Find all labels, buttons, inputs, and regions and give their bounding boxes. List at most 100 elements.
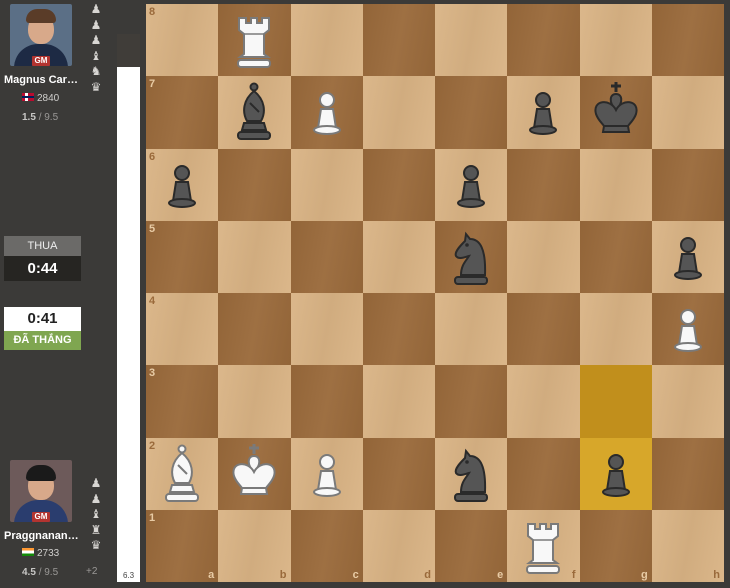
file-label: a	[208, 569, 215, 581]
white-pawn-icon[interactable]	[291, 438, 363, 510]
square-b7[interactable]	[218, 76, 291, 149]
square-a5[interactable]: 5	[146, 220, 219, 293]
black-pawn-icon[interactable]	[146, 149, 218, 221]
captured-pawn-icon: ♟	[90, 33, 102, 47]
square-c4[interactable]	[290, 293, 363, 366]
square-e4[interactable]	[435, 293, 508, 366]
square-g2[interactable]	[579, 437, 652, 510]
square-a2[interactable]: 2	[146, 437, 219, 510]
rank-label: 4	[149, 295, 156, 307]
square-e7[interactable]	[435, 76, 508, 149]
square-d5[interactable]	[362, 220, 435, 293]
left-panel: GM Magnus Carls... 2840 1.5 / 9.5 ♟ ♟ ♟ ♝ ♞ ♛…	[0, 0, 112, 588]
bottom-player-name[interactable]: Praggnanand...	[4, 530, 80, 542]
square-h5[interactable]	[651, 220, 724, 293]
square-d4[interactable]	[362, 293, 435, 366]
square-f1[interactable]: f	[507, 509, 580, 582]
square-f2[interactable]	[507, 437, 580, 510]
square-f5[interactable]	[507, 220, 580, 293]
black-bishop-icon[interactable]	[218, 76, 290, 148]
white-rook-icon[interactable]	[507, 510, 579, 582]
square-f6[interactable]	[507, 148, 580, 221]
square-e3[interactable]	[435, 365, 508, 438]
square-b2[interactable]	[218, 437, 291, 510]
square-b6[interactable]	[218, 148, 291, 221]
square-g7[interactable]	[579, 76, 652, 149]
square-d1[interactable]: d	[362, 509, 435, 582]
bottom-player-avatar[interactable]: GM	[10, 460, 72, 522]
square-g8[interactable]	[579, 4, 652, 77]
captured-bishop-icon: ♝	[90, 48, 102, 63]
bottom-player-captured-pieces: ♟ ♟ ♝ ♜ ♛	[86, 476, 106, 554]
square-g5[interactable]	[579, 220, 652, 293]
top-player-avatar[interactable]: GM	[10, 4, 72, 66]
black-pawn-icon[interactable]	[435, 149, 507, 221]
square-e2[interactable]	[435, 437, 508, 510]
square-b8[interactable]	[218, 4, 291, 77]
square-d2[interactable]	[362, 437, 435, 510]
white-king-icon[interactable]	[218, 438, 290, 510]
square-a8[interactable]: 8	[146, 4, 219, 77]
white-rook-icon[interactable]	[218, 4, 290, 76]
square-c2[interactable]	[290, 437, 363, 510]
top-player-name[interactable]: Magnus Carls...	[4, 74, 80, 86]
square-c7[interactable]	[290, 76, 363, 149]
square-a1[interactable]: 1a	[146, 509, 219, 582]
square-e8[interactable]	[435, 4, 508, 77]
material-advantage: +2	[86, 566, 98, 577]
square-g4[interactable]	[579, 293, 652, 366]
black-king-icon[interactable]	[580, 76, 652, 148]
square-c1[interactable]: c	[290, 509, 363, 582]
square-h3[interactable]	[651, 365, 724, 438]
captured-rook-icon: ♜	[90, 522, 102, 537]
square-f3[interactable]	[507, 365, 580, 438]
black-pawn-icon[interactable]	[652, 221, 724, 293]
square-e1[interactable]: e	[435, 509, 508, 582]
square-c8[interactable]	[290, 4, 363, 77]
square-g1[interactable]: g	[579, 509, 652, 582]
square-d8[interactable]	[362, 4, 435, 77]
square-g6[interactable]	[579, 148, 652, 221]
square-d3[interactable]	[362, 365, 435, 438]
square-h2[interactable]	[651, 437, 724, 510]
square-a4[interactable]: 4	[146, 293, 219, 366]
captured-pawn-icon: ♟	[90, 17, 102, 32]
square-b4[interactable]	[218, 293, 291, 366]
rank-label: 7	[149, 78, 156, 91]
captured-queen-icon: ♛	[90, 538, 102, 552]
file-label: e	[497, 569, 504, 581]
black-knight-icon[interactable]	[435, 221, 507, 293]
square-b5[interactable]	[218, 220, 291, 293]
square-h1[interactable]: h	[651, 509, 724, 582]
file-label: c	[352, 569, 359, 581]
white-bishop-icon[interactable]	[146, 438, 218, 510]
square-h7[interactable]	[651, 76, 724, 149]
square-d7[interactable]	[362, 76, 435, 149]
square-c3[interactable]	[290, 365, 363, 438]
square-h4[interactable]	[651, 293, 724, 366]
square-b1[interactable]: b	[218, 509, 291, 582]
square-h8[interactable]	[651, 4, 724, 77]
square-a3[interactable]: 3	[146, 365, 219, 438]
square-e6[interactable]	[435, 148, 508, 221]
square-a6[interactable]: 6	[146, 148, 219, 221]
square-f4[interactable]	[507, 293, 580, 366]
black-knight-icon[interactable]	[435, 438, 507, 510]
square-f8[interactable]	[507, 4, 580, 77]
white-pawn-icon[interactable]	[652, 293, 724, 365]
square-f7[interactable]	[507, 76, 580, 149]
square-d6[interactable]	[362, 148, 435, 221]
black-pawn-icon[interactable]	[507, 76, 579, 148]
square-b3[interactable]	[218, 365, 291, 438]
black-pawn-icon[interactable]	[580, 438, 652, 510]
chess-board[interactable]: 8 7 6 5 4 32 1 a b c d e f g h	[146, 4, 724, 582]
square-a7[interactable]: 7	[146, 76, 219, 149]
square-e5[interactable]	[435, 220, 508, 293]
white-pawn-icon[interactable]	[291, 76, 363, 148]
square-c5[interactable]	[290, 220, 363, 293]
square-g3[interactable]	[579, 365, 652, 438]
square-h6[interactable]	[651, 148, 724, 221]
square-c6[interactable]	[290, 148, 363, 221]
captured-pawn-icon: ♟	[90, 491, 102, 506]
rank-label: 1	[149, 511, 156, 524]
